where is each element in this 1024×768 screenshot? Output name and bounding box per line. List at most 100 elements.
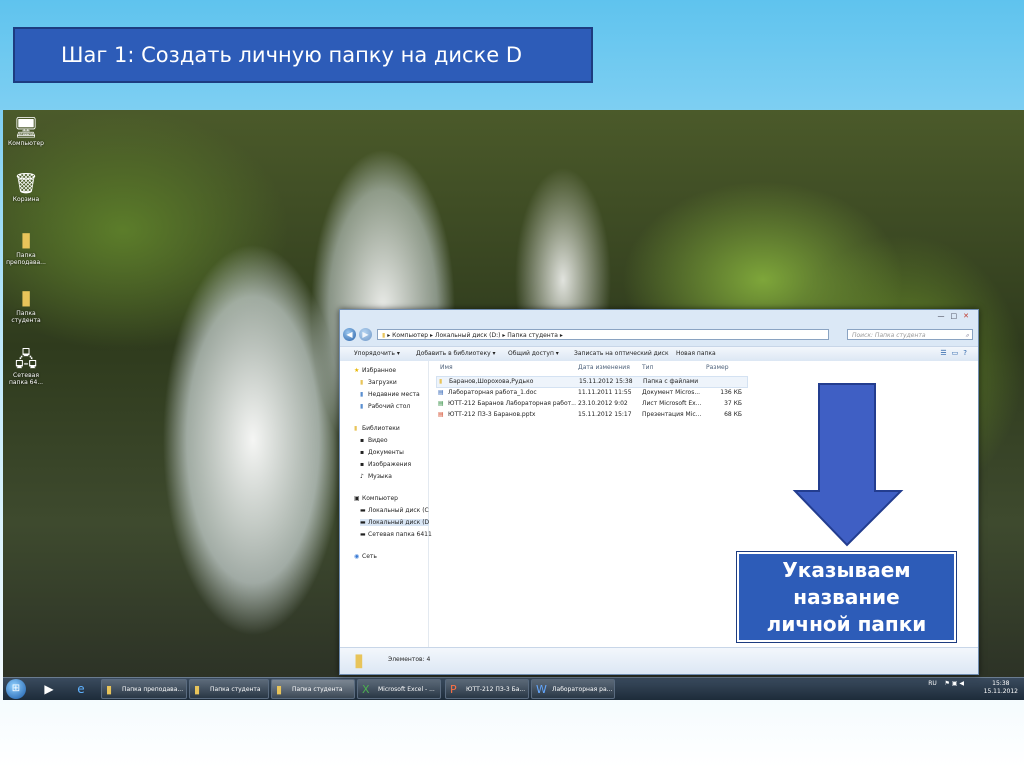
- down-arrow-annotation: [792, 383, 904, 547]
- computer-icon: 🖥: [13, 115, 39, 139]
- breadcrumb-item[interactable]: Локальный диск (D:): [435, 332, 501, 339]
- folder-icon: ▮: [20, 227, 32, 251]
- excel-sheet-icon: ▤: [438, 400, 444, 407]
- file-size: 68 КБ: [724, 411, 742, 418]
- nav-pictures[interactable]: ▪ Изображения: [360, 461, 411, 468]
- internet-explorer-icon[interactable]: e: [71, 680, 91, 698]
- taskbar-button[interactable]: ▮ Папка студента: [271, 679, 355, 699]
- media-player-icon[interactable]: ▶: [39, 680, 59, 698]
- callout-line: название: [793, 585, 900, 609]
- file-type: Документ Micros...: [642, 389, 701, 396]
- status-bar: ▮ Элементов: 4: [340, 647, 978, 674]
- taskbar-button[interactable]: X Microsoft Excel - ...: [357, 679, 441, 699]
- file-date: 11.11.2011 11:55: [578, 389, 632, 396]
- flag-icon[interactable]: ⚑: [944, 680, 949, 687]
- file-name: ЮТТ-212 ПЗ-3 Баранов.pptx: [448, 411, 536, 418]
- desktop-icon-label: Компьютер: [8, 140, 44, 147]
- forward-button[interactable]: ▶: [359, 328, 372, 341]
- pictures-icon: ▪: [360, 461, 365, 468]
- column-header-name[interactable]: Имя: [440, 364, 453, 371]
- search-input[interactable]: Поиск: Папка студента ⌕: [847, 329, 973, 340]
- language-indicator[interactable]: RU: [928, 680, 937, 687]
- maximize-icon[interactable]: □: [951, 312, 964, 320]
- nav-libraries[interactable]: ▮ Библиотеки: [354, 425, 400, 432]
- drive-icon: ▬: [360, 519, 366, 526]
- nav-recent-places[interactable]: ▮ Недавние места: [360, 391, 420, 398]
- taskbar-button-label: Папка преподава...: [122, 686, 184, 693]
- nav-label: Избранное: [362, 367, 397, 374]
- add-to-library-button[interactable]: Добавить в библиотеку ▾: [416, 350, 496, 357]
- desktop-icon-teacher-folder[interactable]: ▮ Папка преподава...: [3, 228, 49, 266]
- nav-desktop[interactable]: ▮ Рабочий стол: [360, 403, 410, 410]
- column-header-type[interactable]: Тип: [642, 364, 654, 371]
- desktop-icon-student-folder[interactable]: ▮ Папка студента: [3, 286, 49, 324]
- nav-label: Компьютер: [362, 495, 398, 502]
- start-button[interactable]: ⊞: [6, 679, 26, 699]
- file-row[interactable]: ▤ ЮТТ-212 ПЗ-3 Баранов.pptx 15.11.2012 1…: [436, 410, 746, 420]
- taskbar-button[interactable]: P ЮТТ-212 ПЗ-3 Ба...: [445, 679, 529, 699]
- word-icon: W: [536, 683, 547, 696]
- volume-icon[interactable]: ◀: [959, 680, 964, 687]
- folder-icon: ▮: [106, 683, 113, 696]
- nav-music[interactable]: ♪ Музыка: [360, 473, 392, 480]
- burn-disc-button[interactable]: Записать на оптический диск: [574, 350, 669, 357]
- taskbar-button-label: Microsoft Excel - ...: [378, 686, 435, 693]
- folder-icon: ▮: [20, 285, 32, 309]
- nav-documents[interactable]: ▪ Документы: [360, 449, 404, 456]
- nav-favorites[interactable]: ★ Избранное: [354, 367, 396, 374]
- views-icon[interactable]: ☰: [940, 349, 951, 357]
- nav-label: Музыка: [368, 473, 392, 480]
- new-folder-button[interactable]: Новая папка: [676, 350, 716, 357]
- address-bar[interactable]: ▮ ▸ Компьютер ▸ Локальный диск (D:) ▸ Па…: [377, 329, 829, 340]
- taskbar-button[interactable]: W Лабораторная ра...: [531, 679, 615, 699]
- file-type: Лист Microsoft Ex...: [642, 400, 702, 407]
- folder-icon: ▮: [382, 332, 386, 339]
- nav-label: Сеть: [362, 553, 377, 560]
- excel-icon: X: [362, 683, 370, 696]
- close-icon[interactable]: ✕: [963, 312, 975, 320]
- desktop-icon-network-folder[interactable]: 🖧 Сетевая папка 64...: [3, 348, 49, 386]
- folder-icon: ▮: [354, 650, 364, 671]
- desktop-icon-label: Папка преподава...: [6, 252, 46, 266]
- network-icon[interactable]: ▣: [952, 680, 958, 687]
- computer-icon: ▣: [354, 495, 360, 502]
- clock[interactable]: 15:38 15.11.2012: [984, 680, 1018, 696]
- address-row: ◀ ▶ ▮ ▸ Компьютер ▸ Локальный диск (D:) …: [343, 328, 973, 342]
- share-button[interactable]: Общий доступ ▾: [508, 350, 559, 357]
- nav-drive-d[interactable]: ▬ Локальный диск (D: [360, 519, 430, 526]
- desktop-icon-label: Сетевая папка 64...: [8, 372, 44, 386]
- nav-downloads[interactable]: ▮ Загрузки: [360, 379, 397, 386]
- breadcrumb-item[interactable]: Папка студента: [507, 332, 558, 339]
- network-folder-icon: 🖧: [14, 347, 38, 371]
- item-count: Элементов: 4: [388, 656, 431, 663]
- nav-computer[interactable]: ▣ Компьютер: [354, 495, 398, 502]
- video-icon: ▪: [360, 437, 365, 444]
- nav-network[interactable]: ◉ Сеть: [354, 553, 377, 560]
- taskbar-button[interactable]: ▮ Папка студента: [189, 679, 269, 699]
- slide-title: Шаг 1: Создать личную папку на диске D: [13, 27, 593, 83]
- nav-network-folder[interactable]: ▬ Сетевая папка 6411: [360, 531, 432, 538]
- nav-drive-c[interactable]: ▬ Локальный диск (C: [360, 507, 429, 514]
- organize-button[interactable]: Упорядочить ▾: [354, 350, 400, 357]
- file-name: Лабораторная работа_1.doc: [448, 389, 537, 396]
- file-row[interactable]: ▮ Баранов,Шорохова,Рудько 15.11.2012 15:…: [436, 376, 748, 388]
- taskbar-button-label: Папка студента: [292, 686, 343, 693]
- back-button[interactable]: ◀: [343, 328, 356, 341]
- star-icon: ★: [354, 367, 360, 374]
- desktop-icon-computer[interactable]: 🖥 Компьютер: [3, 116, 49, 147]
- folder-icon: ▮: [194, 683, 201, 696]
- file-row[interactable]: ▤ Лабораторная работа_1.doc 11.11.2011 1…: [436, 388, 746, 398]
- nav-video[interactable]: ▪ Видео: [360, 437, 388, 444]
- column-header-date[interactable]: Дата изменения: [578, 364, 630, 371]
- help-icon[interactable]: ?: [963, 349, 972, 357]
- preview-pane-icon[interactable]: ▭: [952, 349, 964, 357]
- file-type: Презентация Mic...: [642, 411, 702, 418]
- file-row[interactable]: ▤ ЮТТ-212 Баранов Лабораторная работ... …: [436, 399, 746, 409]
- breadcrumb-item[interactable]: Компьютер: [392, 332, 428, 339]
- taskbar-button[interactable]: ▮ Папка преподава...: [101, 679, 187, 699]
- desktop-icon-recycle-bin[interactable]: 🗑 Корзина: [3, 172, 49, 203]
- column-header-size[interactable]: Размер: [706, 364, 729, 371]
- minimize-icon[interactable]: —: [938, 312, 951, 320]
- drive-icon: ▬: [360, 507, 366, 514]
- file-name: ЮТТ-212 Баранов Лабораторная работ...: [448, 400, 576, 407]
